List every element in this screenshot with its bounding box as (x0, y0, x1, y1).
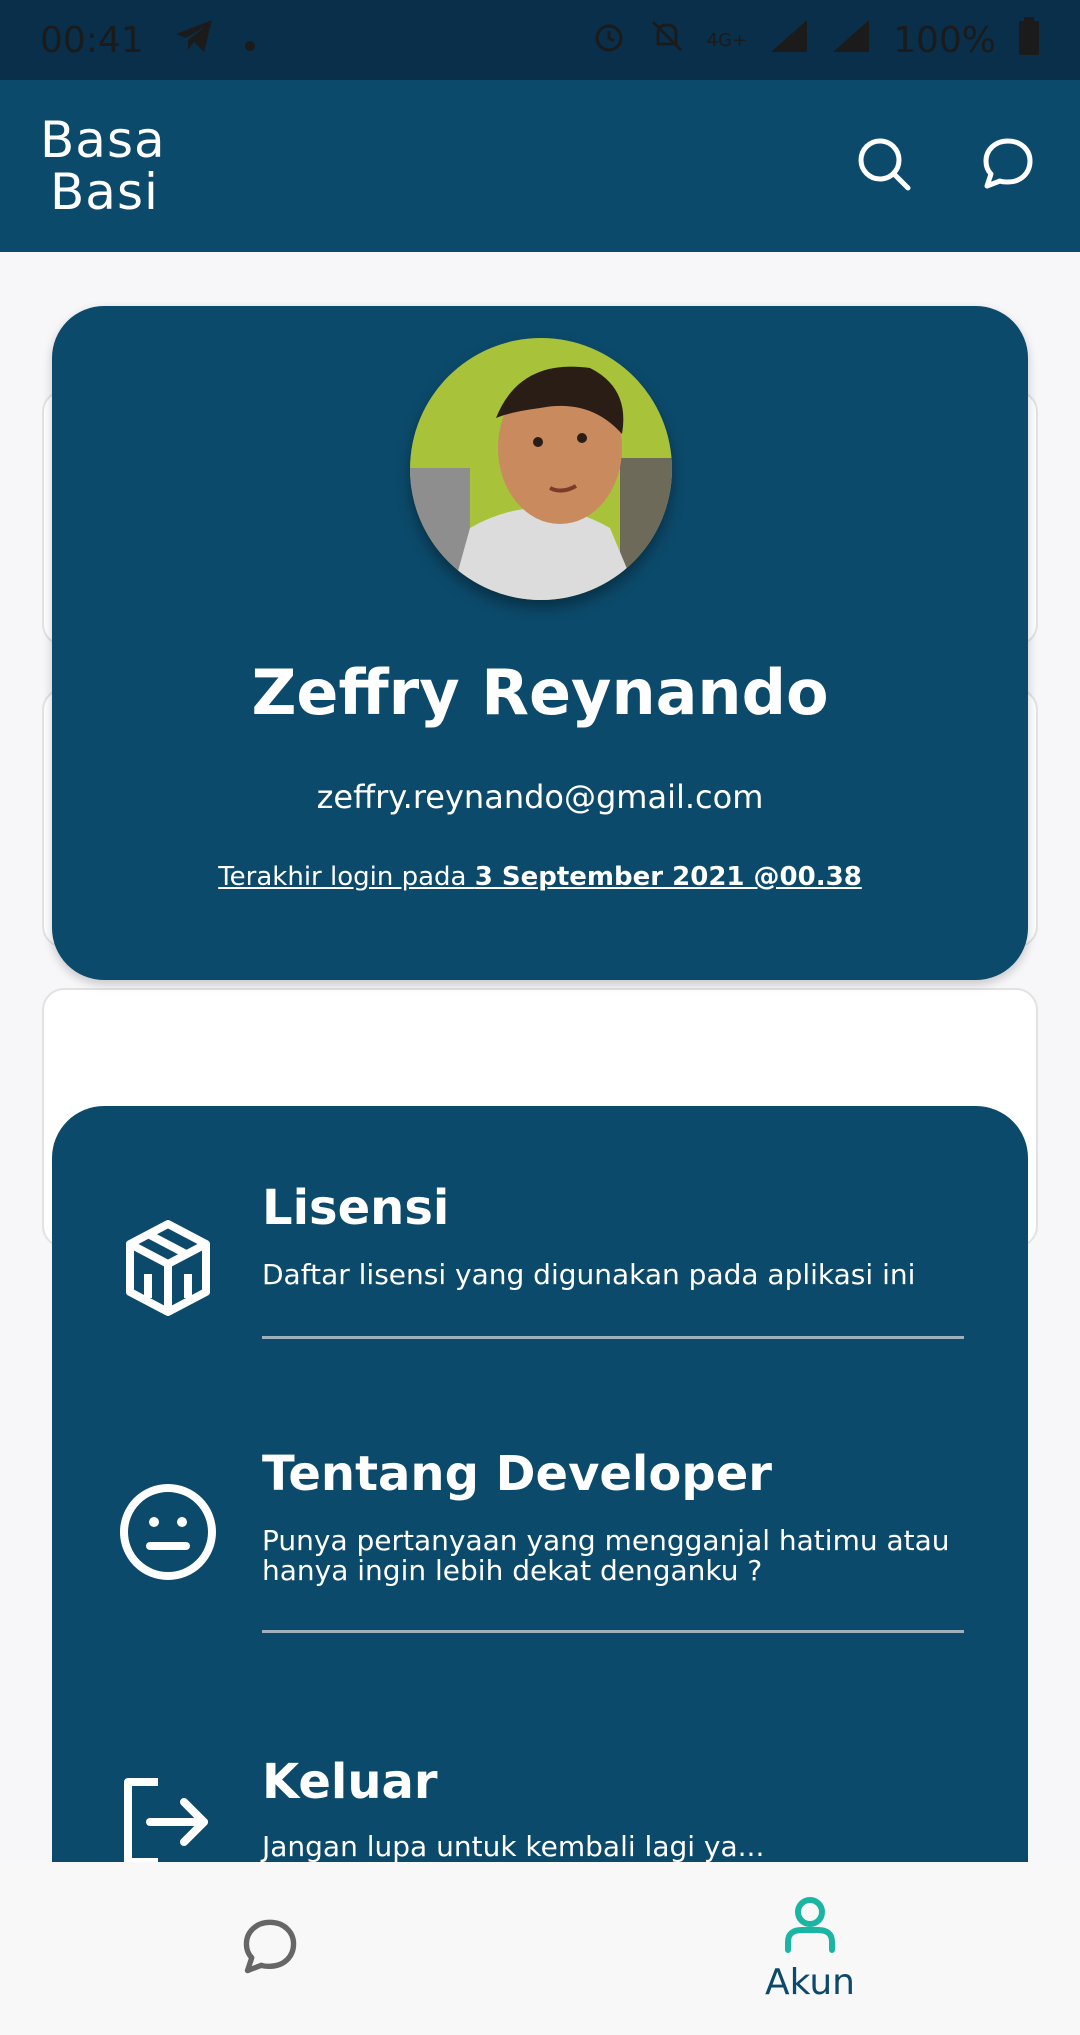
chat-icon (980, 136, 1036, 196)
profile-email: zeffry.reynando@gmail.com (316, 778, 764, 816)
logo-line-1: Basa (40, 111, 166, 169)
menu-item-about-developer-title: Tentang Developer (262, 1446, 772, 1502)
app-logo: Basa Basi (40, 114, 166, 218)
nav-item-account-label: Akun (765, 1962, 855, 2003)
menu-divider (262, 1630, 964, 1633)
nav-item-account[interactable]: Akun (540, 1862, 1080, 2035)
user-icon (780, 1894, 840, 1958)
mute-icon (649, 18, 685, 63)
menu-item-about-developer[interactable]: Tentang Developer Punya pertanyaan yang … (52, 1346, 1028, 1640)
profile-card: Zeffry Reynando zeffry.reynando@gmail.co… (52, 306, 1028, 980)
battery-icon (1018, 16, 1040, 64)
search-button[interactable] (852, 134, 916, 198)
alarm-icon (591, 18, 627, 63)
menu-item-license-desc: Daftar lisensi yang digunakan pada aplik… (262, 1258, 916, 1291)
search-icon (856, 136, 912, 196)
menu-item-license[interactable]: Lisensi Daftar lisensi yang digunakan pa… (52, 1106, 1028, 1346)
dot-icon (244, 20, 256, 61)
bottom-navigation: Akun (0, 1862, 1080, 2035)
neutral-face-icon (118, 1482, 218, 1582)
logout-icon (118, 1772, 218, 1872)
battery-percent: 100% (893, 19, 996, 61)
last-login-value: 3 September 2021 @00.38 (474, 862, 862, 892)
network-type-label: 4G+ (706, 29, 748, 51)
logo-line-2: Basi (50, 163, 159, 221)
last-login-text: Terakhir login pada 3 September 2021 @00… (52, 862, 1028, 892)
signal-icon-2 (831, 18, 871, 63)
menu-item-about-developer-desc: Punya pertanyaan yang mengganjal hatimu … (262, 1524, 950, 1587)
status-bar: 00:41 4G+ 100% (0, 0, 1080, 80)
menu-divider (262, 1336, 964, 1339)
last-login-prefix: Terakhir login pada (218, 862, 475, 892)
signal-icon (769, 18, 809, 63)
nav-item-chat[interactable] (0, 1862, 540, 2035)
menu-item-license-title: Lisensi (262, 1180, 450, 1236)
chat-icon (240, 1917, 300, 1981)
profile-name: Zeffry Reynando (251, 656, 829, 729)
app-bar: Basa Basi (0, 80, 1080, 252)
chat-button[interactable] (976, 134, 1040, 198)
avatar[interactable] (410, 338, 672, 600)
status-time: 00:41 (40, 19, 144, 61)
menu-item-logout-desc: Jangan lupa untuk kembali lagi ya... (262, 1830, 765, 1863)
menu-item-logout-title: Keluar (262, 1754, 438, 1810)
telegram-icon (174, 18, 214, 63)
license-box-icon (118, 1218, 218, 1318)
settings-menu: Lisensi Daftar lisensi yang digunakan pa… (52, 1106, 1028, 1936)
